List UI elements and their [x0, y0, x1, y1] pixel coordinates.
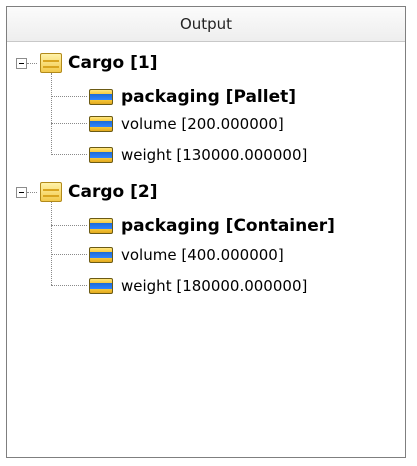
tree-node-label: volume [400.000000] — [121, 246, 284, 264]
tree-connector — [51, 225, 87, 226]
field-icon — [89, 147, 113, 163]
tree-connector — [51, 202, 52, 285]
field-icon — [89, 218, 113, 234]
output-panel: Output Cargo [1] packaging [Pallet] volu… — [6, 6, 406, 458]
field-icon — [89, 278, 113, 294]
tree-node-label: Cargo [2] — [68, 182, 158, 202]
tree-node-volume-1[interactable]: volume [200.000000] — [89, 112, 284, 136]
field-icon — [89, 116, 113, 132]
tree-node-packaging-1[interactable]: packaging [Pallet] — [89, 85, 296, 109]
field-icon — [89, 89, 113, 105]
tree-connector — [51, 285, 87, 286]
tree-connector — [51, 73, 52, 155]
collapse-minus-icon[interactable] — [16, 187, 27, 198]
folder-icon — [40, 53, 62, 73]
tree-node-label: weight [180000.000000] — [121, 277, 308, 295]
tree-connector — [27, 192, 37, 193]
collapse-minus-icon[interactable] — [16, 58, 27, 69]
tree-connector — [51, 154, 87, 155]
tree-node-label: weight [130000.000000] — [121, 146, 308, 164]
tree-connector — [27, 63, 37, 64]
tree-node-label: volume [200.000000] — [121, 115, 284, 133]
output-title: Output — [179, 15, 233, 33]
tree-connector — [51, 123, 87, 124]
field-icon — [89, 247, 113, 263]
tree-node-packaging-2[interactable]: packaging [Container] — [89, 214, 335, 238]
tree-node-weight-2[interactable]: weight [180000.000000] — [89, 274, 307, 298]
tree-node-label: packaging [Container] — [121, 216, 335, 236]
tree-node-label: packaging [Pallet] — [121, 87, 297, 107]
tree-node-weight-1[interactable]: weight [130000.000000] — [89, 143, 307, 167]
tree-node-label: Cargo [1] — [68, 53, 158, 73]
output-header: Output — [7, 7, 405, 42]
folder-icon — [40, 182, 62, 202]
tree-connector — [51, 254, 87, 255]
tree-connector — [51, 96, 87, 97]
tree-node-cargo-2[interactable]: Cargo [2] — [40, 180, 157, 204]
tree-node-cargo-1[interactable]: Cargo [1] — [40, 51, 157, 75]
tree-node-volume-2[interactable]: volume [400.000000] — [89, 243, 284, 267]
